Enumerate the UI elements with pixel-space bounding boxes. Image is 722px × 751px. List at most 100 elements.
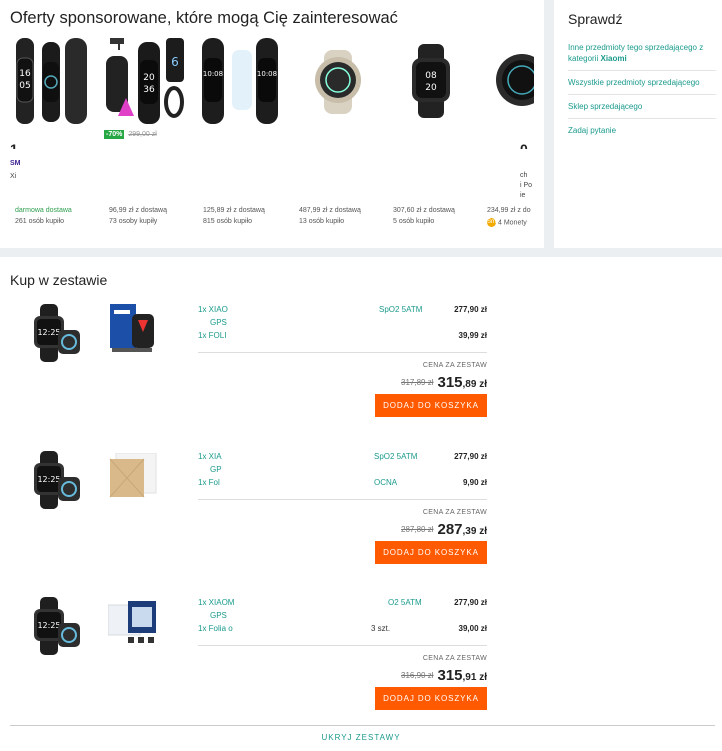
offer-bought-count: 815 osób kupiło [203, 218, 253, 225]
item-name-tail: 3 szt. [371, 624, 391, 633]
offer-shipping: 234,99 zł z do [487, 207, 531, 214]
item-price: 39,99 zł [458, 331, 487, 340]
item-name: 1x XIAO [198, 305, 228, 314]
item-name: 1x FOLI [198, 331, 227, 340]
offer-title-fragment: ch [520, 172, 528, 179]
offer-shipping: 487,99 zł z dostawą [299, 207, 361, 214]
bundle-old-price: 287,80 zł [401, 525, 434, 534]
bundle-price-label: CENA ZA ZESTAW [422, 509, 487, 516]
offer-title-fragment: ie [520, 192, 526, 199]
offer-subtitle-fragment: Xi [10, 173, 17, 180]
item-name-tail: OCNA [374, 478, 398, 487]
divider [10, 725, 715, 726]
bundle-price-int: 315 [437, 374, 463, 391]
item-name: 1x Folia o [198, 624, 233, 633]
bundle-price-frac: ,91 zł [462, 672, 487, 683]
smartwatch-image: 12:25 [34, 451, 80, 509]
svg-text:08: 08 [425, 71, 437, 81]
bundle: 12:25 1x XIA SpO2 5ATM 277,90 zł GP 1x F… [0, 449, 722, 584]
item-name-line2: GPS [210, 611, 227, 620]
smartwatch-image: 12:25 [34, 304, 80, 362]
bundle-price: 287,80 zł 287,39 zł [401, 521, 487, 539]
check-panel: Sprawdź Inne przedmioty tego sprzedające… [554, 0, 722, 248]
bundle-price-frac: ,89 zł [462, 379, 487, 390]
offer-tile[interactable]: 16 05 1 SM Xi darmowa dostawa 261 osób k… [10, 36, 98, 236]
add-to-cart-button[interactable]: DODAJ DO KOSZYKA [375, 687, 487, 710]
item-price: 277,90 zł [454, 598, 487, 607]
bundle: 12:25 1x XIAOM O2 5ATM 277,90 zł GPS 1x … [0, 595, 722, 730]
item-price: 277,90 zł [454, 452, 487, 461]
offer-bought-count: 13 osób kupiło [299, 218, 345, 225]
monety-label: 4 Monety [498, 219, 527, 227]
offer-price: 1 [10, 141, 18, 149]
link-text: Inne przedmioty tego sprzedającego z kat… [568, 43, 704, 63]
seller-shop-link[interactable]: Sklep sprzedającego [568, 101, 716, 119]
smartwatch-image: 12:25 [34, 597, 80, 655]
all-seller-items-link[interactable]: Wszystkie przedmioty sprzedającego [568, 77, 716, 95]
divider [198, 352, 487, 353]
offer-shipping: 125,89 zł z dostawą [203, 207, 265, 214]
offer-tile[interactable]: 487,99 zł z dostawą 13 osób kupiło [294, 36, 382, 236]
offer-shipping: 307,60 zł z dostawą [393, 207, 455, 214]
category-name: Xiaomi [600, 54, 627, 63]
svg-text:20: 20 [425, 83, 437, 93]
ask-question-link[interactable]: Zadaj pytanie [568, 125, 716, 142]
coin-icon: Sm [487, 218, 496, 227]
sponsored-title: Oferty sponsorowane, które mogą Cię zain… [10, 9, 398, 27]
bundle-item-line[interactable]: 1x Fol OCNA 9,90 zł [198, 478, 487, 487]
add-to-cart-button[interactable]: DODAJ DO KOSZYKA [375, 541, 487, 564]
item-name-line2: GPS [210, 318, 227, 327]
svg-text:20: 20 [143, 73, 155, 83]
hide-bundles-link[interactable]: UKRYJ ZESTAWY [0, 733, 722, 742]
offer-shipping: 96,99 zł z dostawą [109, 207, 167, 214]
item-name: 1x XIA [198, 452, 222, 461]
smartwatch-image [315, 50, 361, 114]
svg-text:12:25: 12:25 [37, 475, 60, 484]
bundles-title: Kup w zestawie [10, 272, 108, 288]
check-title: Sprawdź [568, 11, 623, 27]
svg-text:05: 05 [19, 81, 30, 91]
divider [198, 645, 487, 646]
bundle-item-line[interactable]: 1x XIA SpO2 5ATM 277,90 zł [198, 452, 487, 461]
offer-tile[interactable]: 08 20 307,60 zł z dostawą 5 osób kupiło [388, 36, 476, 236]
other-items-category-link[interactable]: Inne przedmioty tego sprzedającego z kat… [568, 42, 716, 71]
offer-tile[interactable]: 0 ch i Po ie 234,99 zł z do Sm 4 Monety [482, 36, 534, 236]
screen-protector-3pack-image [108, 601, 156, 643]
add-to-cart-button[interactable]: DODAJ DO KOSZYKA [375, 394, 487, 417]
bundle-old-price: 316,90 zł [401, 671, 434, 680]
svg-text:6: 6 [171, 55, 179, 69]
item-name: 1x XIAOM [198, 598, 235, 607]
bundle-item-line[interactable]: 1x FOLI 39,99 zł [198, 331, 487, 340]
offer-tile[interactable]: 10:08 10:08 125,89 zł z dostawą 815 osób… [198, 36, 286, 236]
svg-text:16: 16 [19, 69, 31, 79]
screen-protector-pack-image [110, 304, 154, 352]
item-name-tail: SpO2 5ATM [374, 452, 418, 461]
smartwatch-image [496, 54, 534, 106]
offer-bought-count: 73 osoby kupiły [109, 218, 158, 225]
offer-price: 0 [520, 141, 528, 149]
bundle: 12:25 1x XIAO SpO2 5ATM 277,90 zł GPS 1x… [0, 302, 722, 437]
bundle-item-line[interactable]: 1x Folia o 3 szt. 39,00 zł [198, 624, 487, 633]
svg-text:36: 36 [143, 85, 155, 95]
divider [198, 499, 487, 500]
offer-tile[interactable]: 20 36 6 -70% 299,00 zł 96,99 zł z dostaw… [104, 36, 192, 236]
offer-shipping: darmowa dostawa [15, 207, 72, 214]
item-price: 277,90 zł [454, 305, 487, 314]
svg-text:12:25: 12:25 [37, 328, 60, 337]
item-name-line2: GP [210, 465, 222, 474]
item-name-tail: O2 5ATM [388, 598, 422, 607]
monety-info: Sm 4 Monety [487, 218, 527, 227]
bundle-item-line[interactable]: 1x XIAO SpO2 5ATM 277,90 zł [198, 305, 487, 314]
offer-bought-count: 5 osób kupiło [393, 218, 435, 225]
bundle-price-label: CENA ZA ZESTAW [422, 362, 487, 369]
item-price: 39,00 zł [458, 624, 487, 633]
bundle-item-line[interactable]: 1x XIAOM O2 5ATM 277,90 zł [198, 598, 487, 607]
old-price: 299,00 zł [128, 130, 157, 138]
bundle-price: 317,89 zł 315,89 zł [401, 374, 487, 392]
bundle-old-price: 317,89 zł [401, 378, 434, 387]
protective-film-image [109, 453, 157, 498]
bundle-price: 316,90 zł 315,91 zł [401, 667, 487, 685]
offer-bought-count: 261 osób kupiło [15, 218, 65, 225]
discount-row: -70% 299,00 zł [104, 128, 157, 140]
item-name-tail: SpO2 5ATM [379, 305, 423, 314]
